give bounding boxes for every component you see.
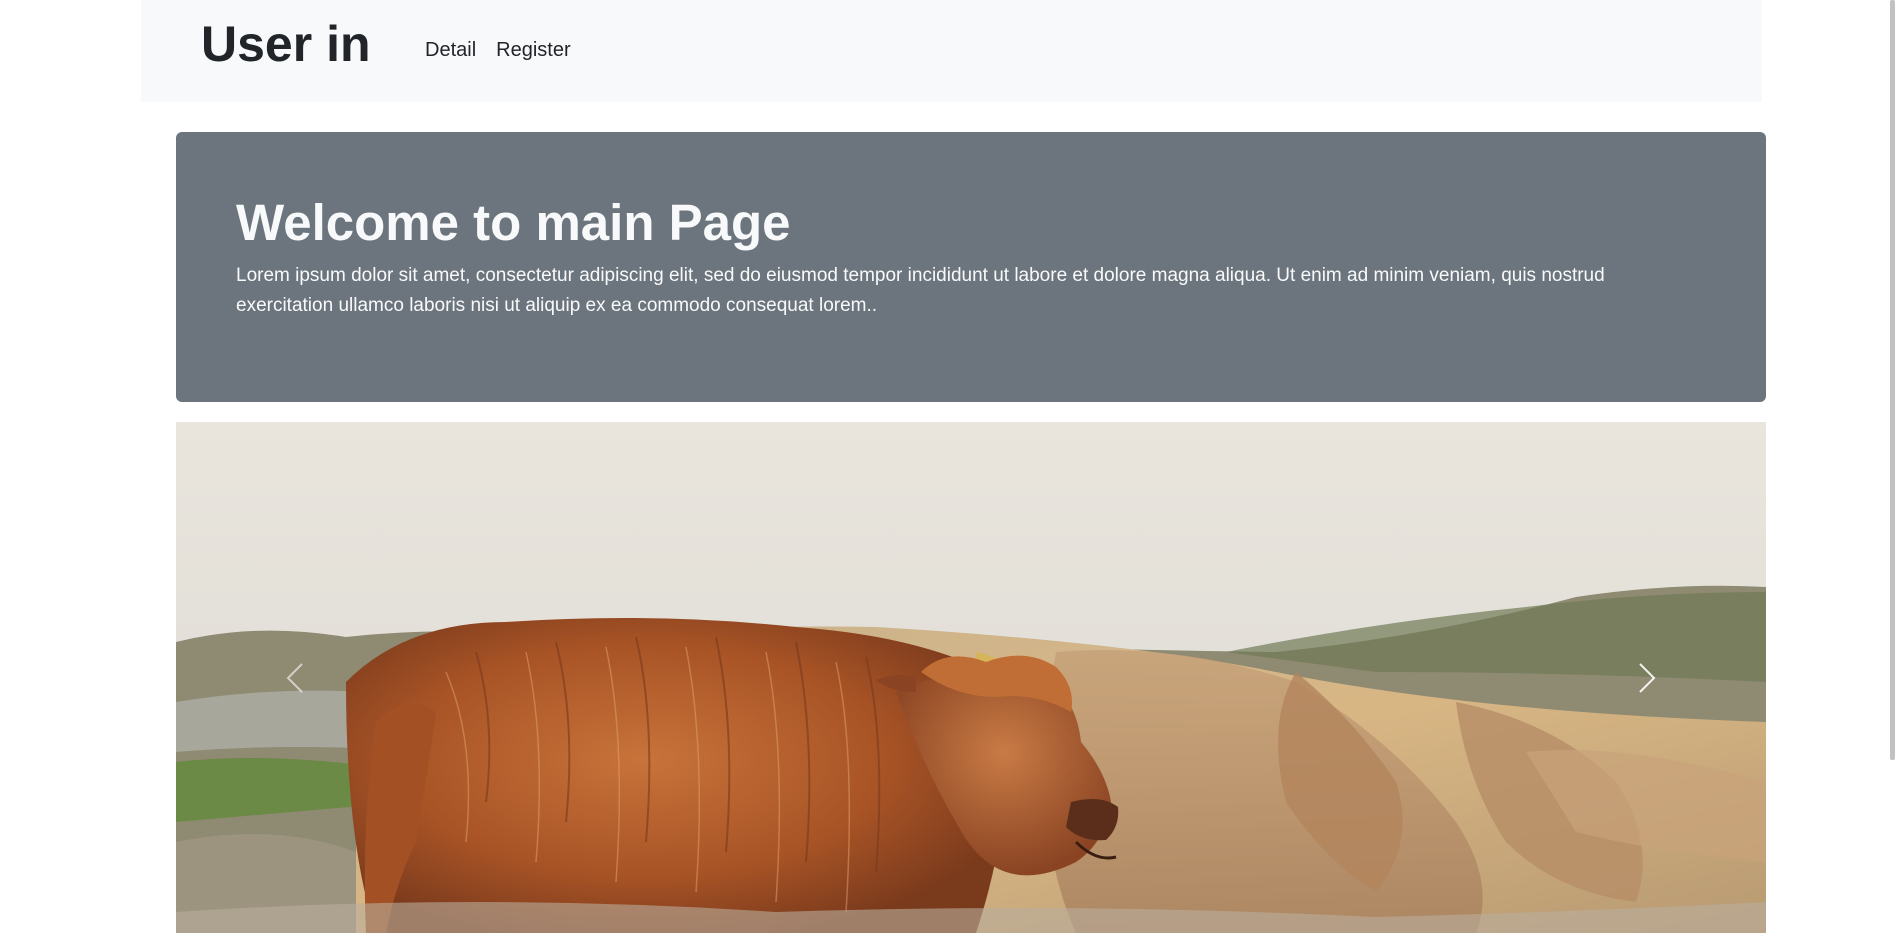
chevron-right-icon bbox=[1639, 662, 1656, 693]
page-title: Welcome to main Page bbox=[236, 194, 791, 251]
nav-link-detail[interactable]: Detail bbox=[425, 38, 476, 62]
jumbotron: Welcome to main Page Lorem ipsum dolor s… bbox=[176, 132, 1766, 402]
carousel-prev-button[interactable] bbox=[176, 422, 416, 933]
carousel-next-button[interactable] bbox=[1526, 422, 1766, 933]
brand-logo-link[interactable]: User in bbox=[201, 14, 371, 74]
image-carousel bbox=[176, 422, 1766, 933]
page-scrollbar[interactable] bbox=[1890, 0, 1895, 760]
jumbotron-text: Lorem ipsum dolor sit amet, consectetur … bbox=[236, 265, 1605, 317]
navbar: User in Detail Register bbox=[141, 0, 1762, 102]
nav-links: Detail Register bbox=[425, 38, 571, 62]
chevron-left-icon bbox=[286, 662, 303, 693]
nav-link-register[interactable]: Register bbox=[496, 38, 570, 62]
